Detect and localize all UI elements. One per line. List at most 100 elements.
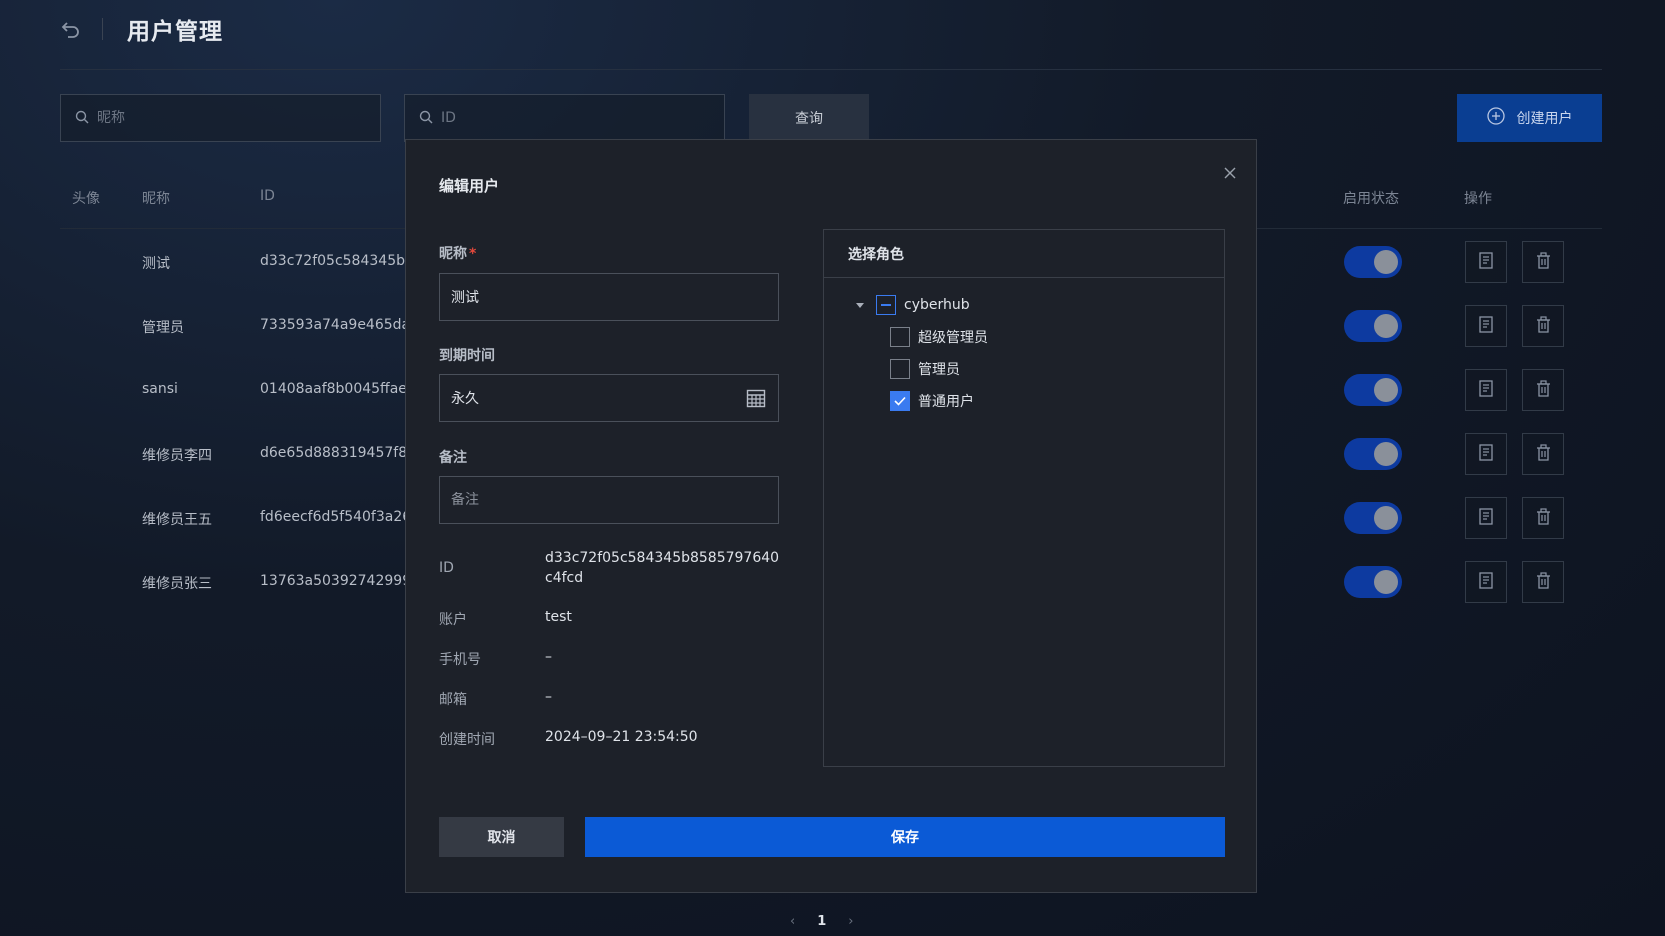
status-toggle[interactable]	[1344, 502, 1402, 534]
page-title: 用户管理	[127, 19, 223, 45]
toggle-knob	[1374, 570, 1398, 594]
edit-button[interactable]	[1465, 433, 1507, 475]
phone-label: 手机号	[439, 652, 481, 668]
edit-button[interactable]	[1465, 305, 1507, 347]
row-id: 13763a50392742999b	[260, 573, 420, 589]
caret-down-icon[interactable]	[856, 302, 864, 308]
column-header-avatar: 头像	[72, 191, 100, 207]
phone-value: –	[545, 649, 552, 665]
prev-page-icon[interactable]: ‹	[790, 914, 795, 929]
nickname-label: 昵称 *	[439, 243, 476, 263]
calendar-icon[interactable]	[746, 388, 766, 412]
nickname-field[interactable]	[439, 273, 779, 321]
row-nickname: 维修员张三	[142, 576, 212, 592]
role-group-cyberhub[interactable]: cyberhub	[856, 295, 970, 315]
role-label: 超级管理员	[918, 330, 988, 346]
document-icon	[1479, 507, 1493, 529]
account-label: 账户	[439, 612, 467, 628]
email-value: –	[545, 689, 552, 705]
save-button[interactable]: 保存	[585, 817, 1225, 857]
role-checkbox[interactable]	[890, 327, 910, 347]
status-toggle[interactable]	[1344, 566, 1402, 598]
create-user-button[interactable]: 创建用户	[1457, 94, 1602, 142]
delete-button[interactable]	[1522, 433, 1564, 475]
expire-input[interactable]	[451, 390, 767, 406]
id-search-input[interactable]	[441, 110, 701, 126]
nickname-search-box[interactable]	[60, 94, 381, 142]
document-icon	[1479, 251, 1493, 273]
pagination: ‹ 1 ›	[790, 914, 853, 929]
close-icon[interactable]	[1221, 164, 1239, 182]
edit-user-dialog: 编辑用户 昵称* 到期时间 备注 ID d33c72f05c584345b858…	[405, 139, 1257, 893]
trash-icon	[1536, 571, 1551, 593]
row-id: fd6eecf6d5f540f3a26	[260, 509, 412, 525]
checkmark-icon	[894, 396, 906, 406]
trash-icon	[1536, 507, 1551, 529]
required-mark: *	[469, 246, 477, 262]
back-icon[interactable]	[60, 18, 82, 40]
email-label: 邮箱	[439, 692, 467, 708]
document-icon	[1479, 379, 1493, 401]
delete-button[interactable]	[1522, 241, 1564, 283]
header-divider	[102, 18, 103, 40]
row-id: 01408aaf8b0045ffae6	[260, 381, 416, 397]
toggle-knob	[1374, 378, 1398, 402]
row-nickname: 测试	[142, 256, 170, 272]
role-label: 管理员	[918, 362, 960, 378]
id-label: ID	[439, 560, 454, 576]
nickname-label-text: 昵称	[439, 246, 467, 262]
status-toggle[interactable]	[1344, 246, 1402, 278]
edit-button[interactable]	[1465, 497, 1507, 539]
edit-button[interactable]	[1465, 241, 1507, 283]
current-page[interactable]: 1	[817, 914, 826, 929]
row-nickname: 管理员	[142, 320, 184, 336]
status-toggle[interactable]	[1344, 310, 1402, 342]
search-icon	[419, 109, 433, 128]
id-search-box[interactable]	[404, 94, 725, 142]
cancel-button[interactable]: 取消	[439, 817, 564, 857]
nickname-search-input[interactable]	[97, 110, 357, 126]
create-user-label: 创建用户	[1516, 111, 1573, 127]
delete-button[interactable]	[1522, 305, 1564, 347]
role-panel-title: 选择角色	[824, 230, 1224, 278]
document-icon	[1479, 443, 1493, 465]
role-group-label: cyberhub	[904, 297, 970, 313]
role-group-checkbox[interactable]	[876, 295, 896, 315]
query-button[interactable]: 查询	[749, 94, 869, 142]
expire-label: 到期时间	[439, 348, 495, 364]
role-checkbox[interactable]	[890, 391, 910, 411]
status-toggle[interactable]	[1344, 438, 1402, 470]
delete-button[interactable]	[1522, 561, 1564, 603]
remark-label: 备注	[439, 450, 467, 466]
delete-button[interactable]	[1522, 497, 1564, 539]
row-nickname: 维修员王五	[142, 512, 212, 528]
row-id: d6e65d888319457f8b	[260, 445, 416, 461]
search-icon	[75, 109, 89, 128]
trash-icon	[1536, 443, 1551, 465]
trash-icon	[1536, 251, 1551, 273]
created-time-value: 2024–09–21 23:54:50	[545, 729, 698, 745]
trash-icon	[1536, 379, 1551, 401]
header-divider-line	[60, 69, 1602, 70]
edit-button[interactable]	[1465, 561, 1507, 603]
nickname-input[interactable]	[451, 289, 767, 305]
page-header: 用户管理	[60, 12, 223, 46]
row-nickname: sansi	[142, 381, 178, 397]
row-nickname: 维修员李四	[142, 448, 212, 464]
column-header-actions: 操作	[1464, 191, 1492, 207]
row-id: 733593a74a9e465dac	[260, 317, 418, 333]
remark-field[interactable]	[439, 476, 779, 524]
toggle-knob	[1374, 506, 1398, 530]
expire-date-picker[interactable]	[439, 374, 779, 422]
edit-button[interactable]	[1465, 369, 1507, 411]
delete-button[interactable]	[1522, 369, 1564, 411]
id-value-line1: d33c72f05c584345b8585797640	[545, 550, 780, 566]
next-page-icon[interactable]: ›	[848, 914, 853, 929]
role-item-normal-user[interactable]: 普通用户	[890, 391, 974, 411]
document-icon	[1479, 571, 1493, 593]
remark-input[interactable]	[451, 492, 767, 508]
role-item-super-admin[interactable]: 超级管理员	[890, 327, 988, 347]
status-toggle[interactable]	[1344, 374, 1402, 406]
role-checkbox[interactable]	[890, 359, 910, 379]
role-item-admin[interactable]: 管理员	[890, 359, 960, 379]
